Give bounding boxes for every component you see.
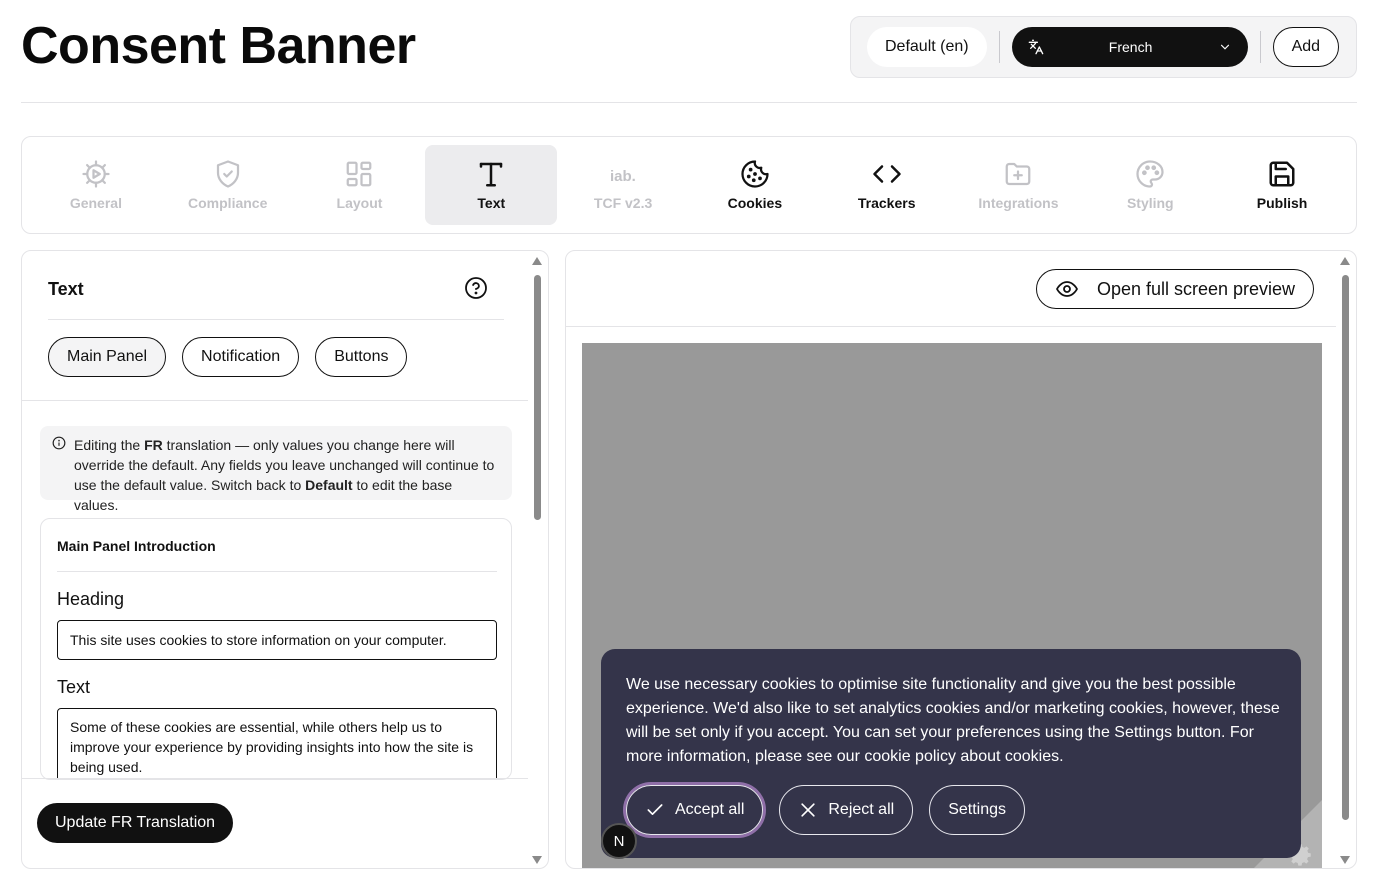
divider <box>566 326 1336 327</box>
accept-label: Accept all <box>675 801 745 818</box>
text-icon <box>480 162 503 187</box>
tab-label: General <box>69 195 122 211</box>
reject-label: Reject all <box>828 801 895 818</box>
text-textarea[interactable]: Some of these cookies are essential, whi… <box>57 708 497 779</box>
info-bold-lang: FR <box>144 437 163 453</box>
tab-label: Compliance <box>188 195 268 211</box>
cookie-icon <box>741 160 769 188</box>
code-brackets-icon <box>872 165 901 183</box>
section-title: Main Panel Introduction <box>57 538 216 554</box>
shield-check-icon <box>216 160 239 188</box>
tab-integrations[interactable]: Integrations <box>953 145 1085 225</box>
section-pills: Main Panel Notification Buttons <box>48 337 408 377</box>
consent-banner-preview: We use necessary cookies to optimise sit… <box>601 649 1301 858</box>
selected-language-label: French <box>1108 39 1153 55</box>
info-bold-default: Default <box>305 477 353 493</box>
tab-label: Text <box>477 195 506 211</box>
tab-label: Cookies <box>727 195 783 211</box>
tab-label: Integrations <box>978 195 1059 211</box>
scroll-up-arrow[interactable] <box>532 257 542 265</box>
settings-label: Settings <box>948 801 1006 818</box>
banner-buttons: Accept all Reject all Settings <box>626 785 1025 835</box>
tab-cookies[interactable]: Cookies <box>689 145 821 225</box>
right-scrollbar[interactable] <box>1339 251 1351 868</box>
scroll-down-arrow[interactable] <box>532 856 542 864</box>
preview-button-label: Open full screen preview <box>1096 278 1296 299</box>
layout-grid-icon <box>347 161 372 187</box>
reject-all-button[interactable]: Reject all <box>779 785 914 835</box>
scroll-down-arrow[interactable] <box>1340 856 1350 864</box>
heading-label: Heading <box>57 589 125 609</box>
help-circle-icon[interactable] <box>464 276 488 300</box>
info-text: Editing the <box>74 437 145 453</box>
iab-logo-icon: iab. <box>610 168 636 185</box>
translate-icon <box>1028 39 1043 55</box>
text-label: Text <box>57 677 91 697</box>
tab-label: TCF v2.3 <box>593 195 653 211</box>
chevron-down-icon <box>1220 44 1229 50</box>
page-title: Consent Banner <box>21 17 416 75</box>
gear-play-icon <box>82 160 110 188</box>
language-separator <box>1259 31 1261 63</box>
tab-label: Layout <box>336 195 383 211</box>
add-language-button[interactable]: Add <box>1272 27 1340 67</box>
svg-text:iab.: iab. <box>610 168 636 185</box>
divider <box>48 319 504 320</box>
left-scrollbar[interactable] <box>531 251 543 868</box>
divider <box>22 778 528 779</box>
divider <box>57 571 497 572</box>
info-icon <box>52 436 66 450</box>
translation-info-notice: Editing the FR translation — only values… <box>40 426 512 513</box>
tab-tcf[interactable]: iab. TCF v2.3 <box>557 145 689 225</box>
eye-icon <box>1056 281 1078 297</box>
tab-label: Trackers <box>857 195 916 211</box>
tab-general[interactable]: General <box>30 145 162 225</box>
dev-badge[interactable]: N <box>601 823 637 859</box>
scroll-thumb[interactable] <box>1342 275 1349 820</box>
tab-label: Styling <box>1126 195 1174 211</box>
pill-main-panel[interactable]: Main Panel <box>48 337 167 377</box>
pill-notification[interactable]: Notification <box>182 337 300 377</box>
main-panel-introduction-card: Main Panel Introduction Heading This sit… <box>40 518 512 780</box>
default-language-button[interactable]: Default (en) <box>867 27 987 67</box>
header-divider <box>21 102 1357 103</box>
panel-heading: Text <box>48 279 84 299</box>
tab-label: Publish <box>1256 195 1308 211</box>
language-separator <box>998 31 1000 63</box>
language-bar: Default (en) French Add <box>850 16 1357 78</box>
heading-input[interactable]: This site uses cookies to store informat… <box>57 620 497 660</box>
tab-layout[interactable]: Layout <box>294 145 426 225</box>
close-icon <box>801 803 816 817</box>
tab-text[interactable]: Text <box>425 145 558 225</box>
banner-text: We use necessary cookies to optimise sit… <box>626 676 1280 765</box>
scroll-up-arrow[interactable] <box>1340 257 1350 265</box>
divider <box>22 400 528 401</box>
folder-plus-icon <box>1006 162 1031 186</box>
open-full-screen-preview-button[interactable]: Open full screen preview <box>1036 269 1314 309</box>
pill-buttons[interactable]: Buttons <box>315 337 408 377</box>
config-tabs: General Compliance Layout Text iab. TCF … <box>21 136 1357 234</box>
palette-icon <box>1136 160 1164 188</box>
settings-button[interactable]: Settings <box>929 785 1025 835</box>
update-translation-button[interactable]: Update FR Translation <box>37 803 234 843</box>
scroll-thumb[interactable] <box>534 275 541 520</box>
tab-compliance[interactable]: Compliance <box>162 145 294 225</box>
tab-styling[interactable]: Styling <box>1084 145 1216 225</box>
text-editor-panel: Text Main Panel Notification Buttons Edi… <box>21 250 549 869</box>
tab-trackers[interactable]: Trackers <box>821 145 953 225</box>
check-icon <box>647 804 663 815</box>
tab-publish[interactable]: Publish <box>1216 145 1348 225</box>
save-icon <box>1269 161 1295 187</box>
language-select[interactable]: French <box>1011 27 1248 67</box>
accept-all-button[interactable]: Accept all <box>626 785 764 835</box>
